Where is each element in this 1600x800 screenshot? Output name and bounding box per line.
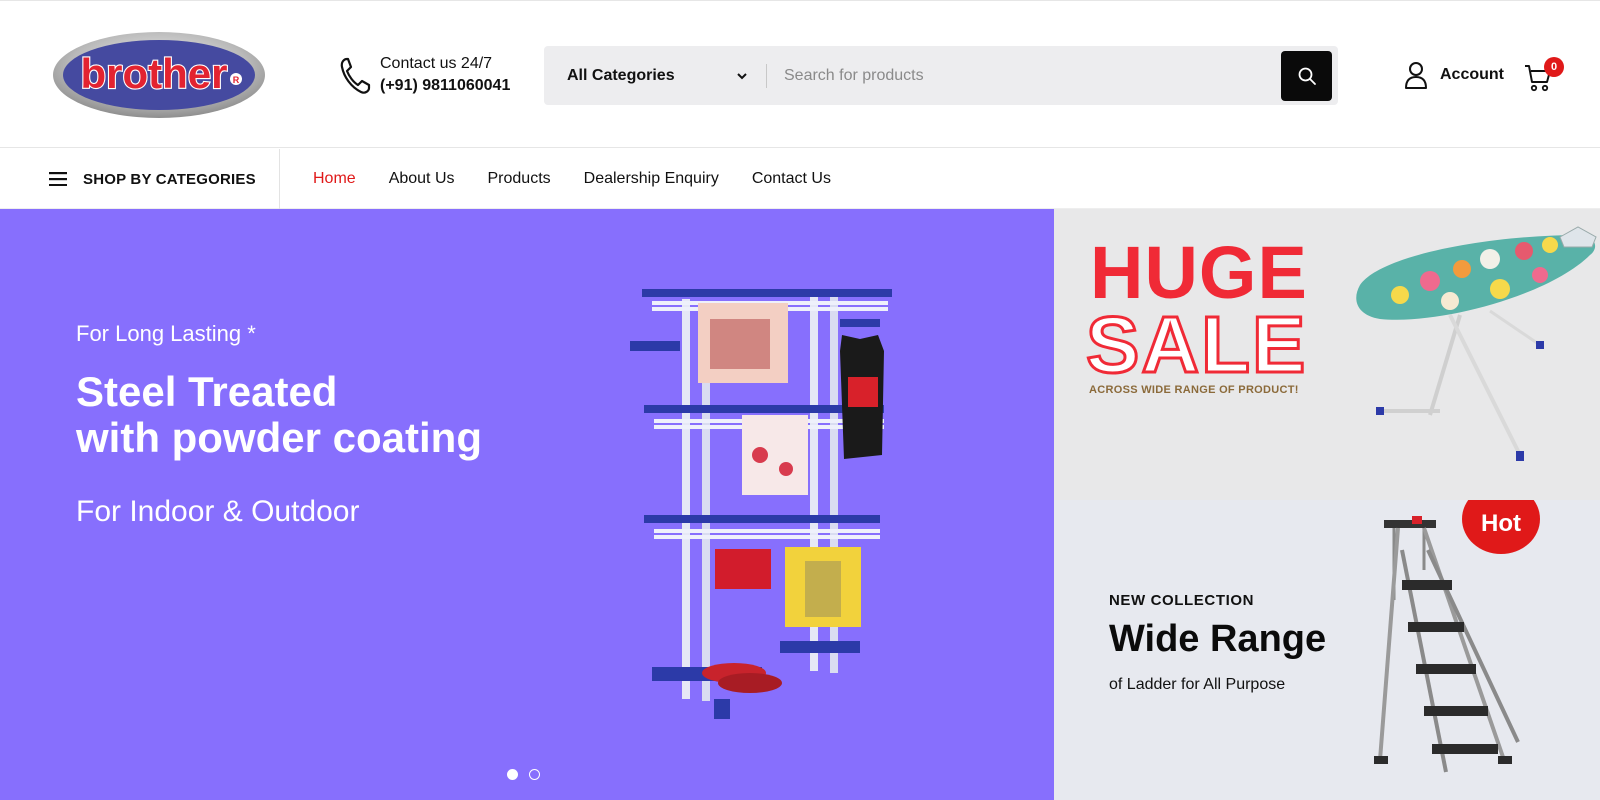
hero-title-line-2: with powder coating (76, 414, 482, 461)
shop-by-categories-label: SHOP BY CATEGORIES (83, 170, 256, 188)
account-label: Account (1440, 66, 1504, 83)
hero-slider[interactable]: For Long Lasting * Steel Treated with po… (0, 209, 1054, 800)
search-divider (766, 64, 767, 88)
phone-icon (340, 57, 371, 94)
contact-block: Contact us 24/7 (+91) 9811060041 (338, 53, 510, 97)
shop-by-categories-button[interactable]: SHOP BY CATEGORIES (0, 149, 280, 209)
sale-note: ACROSS WIDE RANGE OF PRODUCT! (1089, 384, 1299, 396)
ladder-image (1374, 516, 1520, 773)
category-select[interactable]: All Categories (544, 46, 768, 105)
brand-logo[interactable]: brother R (52, 31, 266, 119)
ironing-board-image (1356, 226, 1597, 461)
search-icon (1298, 67, 1316, 85)
collection-subtitle: of Ladder for All Purpose (1109, 676, 1286, 693)
search-input[interactable] (784, 46, 1284, 105)
site-header: brother R Contact us 24/7 (+91) 98110600… (0, 0, 1600, 148)
hero-subtitle: For Indoor & Outdoor (76, 495, 360, 528)
user-icon (1405, 62, 1427, 89)
nav-link-about-us[interactable]: About Us (389, 170, 455, 188)
cloth-drying-stand-image (630, 289, 892, 719)
category-select-label: All Categories (567, 66, 675, 84)
search-button[interactable] (1281, 51, 1332, 101)
svg-text:brother: brother (81, 50, 228, 97)
nav-link-contact-us[interactable]: Contact Us (752, 170, 831, 188)
slider-dot-2[interactable] (529, 769, 540, 780)
slider-dots (507, 769, 551, 780)
contact-phone[interactable]: (+91) 9811060041 (380, 75, 510, 97)
sale-line-2: SALE (1084, 300, 1308, 389)
search-bar: All Categories (544, 46, 1338, 105)
nav-links: Home About Us Products Dealership Enquir… (313, 149, 864, 209)
slider-dot-1[interactable] (507, 769, 518, 780)
menu-icon (49, 172, 67, 186)
hero-kicker: For Long Lasting * (76, 321, 256, 346)
collection-kicker: NEW COLLECTION (1109, 592, 1255, 609)
chevron-down-icon (737, 73, 747, 80)
cart-count-badge: 0 (1544, 57, 1564, 77)
nav-link-dealership-enquiry[interactable]: Dealership Enquiry (584, 170, 719, 188)
cart-button[interactable]: 0 (1524, 57, 1564, 93)
hero-title: Steel Treated with powder coating (76, 369, 482, 461)
nav-link-home[interactable]: Home (313, 170, 356, 188)
hero-title-line-1: Steel Treated (76, 368, 338, 415)
ladder-collection-banner[interactable]: Hot NEW COLLECTION Wide Range of Ladder … (1054, 500, 1600, 800)
account-link[interactable]: Account (1404, 61, 1504, 89)
contact-label: Contact us 24/7 (380, 55, 493, 72)
main-nav: SHOP BY CATEGORIES Home About Us Product… (0, 149, 1600, 209)
svg-text:R: R (233, 75, 240, 85)
nav-link-products[interactable]: Products (488, 170, 551, 188)
huge-sale-banner[interactable]: HUGE SALE ACROSS WIDE RANGE OF PRODUCT! (1054, 209, 1600, 500)
collection-title: Wide Range (1109, 618, 1327, 660)
